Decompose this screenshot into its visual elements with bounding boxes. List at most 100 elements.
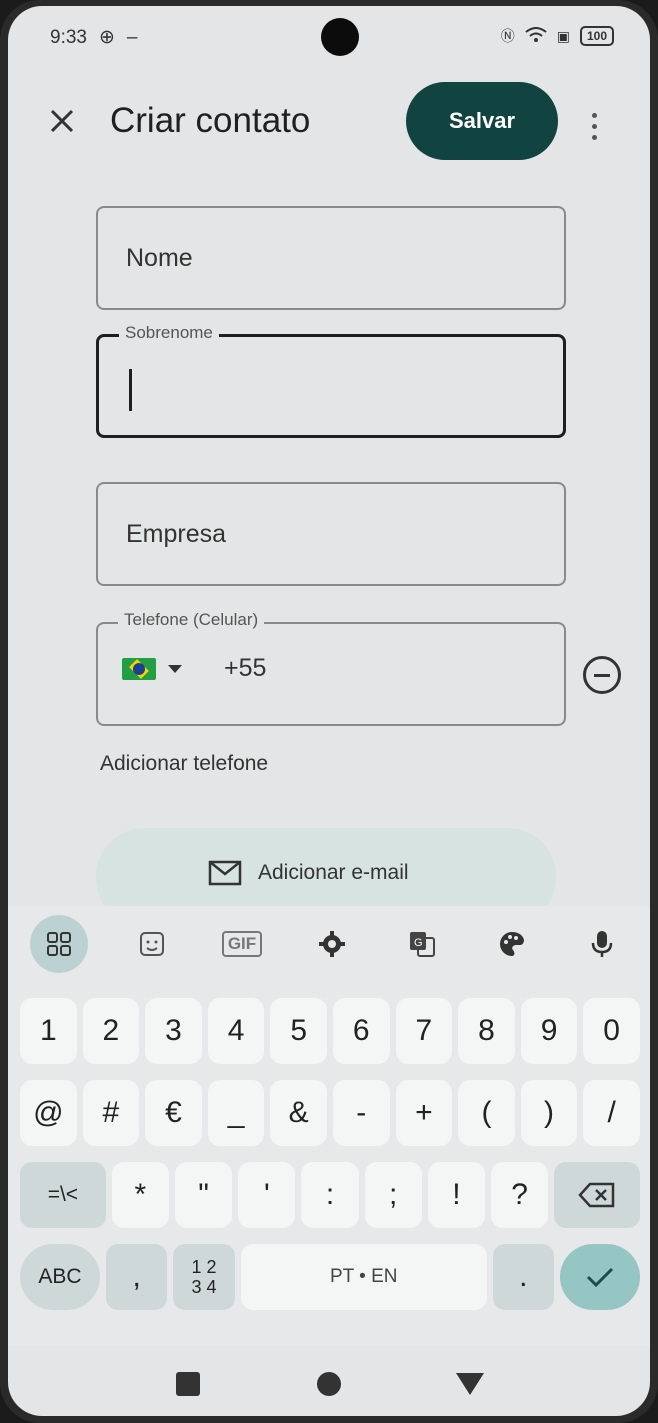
apps-grid-button[interactable]: [30, 915, 88, 973]
enter-key[interactable]: [560, 1244, 640, 1310]
key[interactable]: /: [583, 1080, 640, 1146]
key[interactable]: 4: [207, 998, 265, 1064]
key[interactable]: ): [520, 1080, 578, 1146]
home-button[interactable]: [304, 1359, 354, 1409]
phone-prefix-value: +55: [224, 654, 267, 682]
phone-field[interactable]: Telefone (Celular) +55: [96, 610, 566, 726]
numpad-key-top: 1 2: [191, 1257, 217, 1277]
add-email-label: Adicionar e-mail: [258, 861, 409, 884]
key[interactable]: 0: [583, 998, 640, 1064]
gif-button[interactable]: GIF: [216, 917, 268, 971]
dropdown-arrow-icon: [168, 664, 182, 673]
palette-icon: [500, 932, 524, 956]
close-button[interactable]: [42, 94, 82, 148]
key[interactable]: &: [270, 1080, 327, 1146]
period-key[interactable]: .: [492, 1244, 555, 1310]
numpad-key-bottom: 3 4: [191, 1277, 217, 1297]
keyboard-toolbar: GIF G: [8, 912, 650, 976]
surname-label: Sobrenome: [119, 323, 219, 343]
key[interactable]: ': [238, 1162, 296, 1228]
phone-label: Telefone (Celular): [118, 610, 265, 630]
apps-grid-icon: [47, 932, 71, 956]
key[interactable]: @: [20, 1080, 77, 1146]
key-row-punctuation: =\< * " ' : ; ! ?: [20, 1162, 641, 1228]
key-row-bottom: ABC , 1 2 3 4 PT • EN .: [20, 1244, 640, 1310]
sticker-button[interactable]: [126, 917, 178, 971]
key[interactable]: ;: [364, 1162, 422, 1228]
company-placeholder: Empresa: [126, 520, 227, 548]
battery-icon: 100: [579, 26, 614, 46]
key[interactable]: ?: [491, 1162, 549, 1228]
name-field[interactable]: Nome: [96, 206, 566, 310]
status-time: 9:33: [50, 26, 87, 48]
navigation-bar: [8, 1352, 650, 1416]
save-button[interactable]: Salvar: [406, 82, 558, 160]
key[interactable]: 8: [458, 998, 515, 1064]
nfc-icon: Ⓝ: [500, 28, 515, 44]
backspace-icon: [578, 1182, 615, 1208]
key[interactable]: 7: [395, 998, 453, 1064]
screen: 9:33 ⊕ – Ⓝ ▣ 100 Criar contato Salvar No…: [8, 6, 650, 1416]
add-phone-link[interactable]: Adicionar telefone: [100, 752, 268, 776]
status-bar-left: 9:33 ⊕ –: [50, 26, 137, 49]
comma-key[interactable]: ,: [105, 1244, 168, 1310]
space-key[interactable]: PT • EN: [240, 1244, 487, 1310]
backspace-key[interactable]: [554, 1162, 641, 1228]
key[interactable]: 9: [520, 998, 578, 1064]
translate-icon: G: [410, 932, 435, 957]
voice-input-button[interactable]: [576, 917, 628, 971]
more-dot-icon: [591, 123, 597, 129]
back-icon: [455, 1373, 484, 1395]
country-selector[interactable]: +55: [122, 654, 266, 683]
add-email-button[interactable]: Adicionar e-mail: [208, 860, 409, 886]
key[interactable]: !: [427, 1162, 486, 1228]
more-dot-icon: [591, 134, 597, 140]
key[interactable]: (: [458, 1080, 515, 1146]
abc-key[interactable]: ABC: [20, 1244, 100, 1310]
front-camera: [321, 18, 359, 56]
keyboard-keys: 1 2 3 4 5 6 7 8 9 0 @ # € _ & - + ( ) / …: [20, 998, 641, 1326]
name-placeholder: Nome: [126, 244, 193, 272]
settings-icon: [319, 931, 345, 957]
key[interactable]: ": [175, 1162, 233, 1228]
status-bar-right: Ⓝ ▣ 100: [501, 26, 614, 46]
key[interactable]: 3: [145, 998, 202, 1064]
wifi-icon: [525, 26, 547, 46]
settings-button[interactable]: [306, 917, 358, 971]
translate-button[interactable]: G: [396, 917, 448, 971]
page-title: Criar contato: [110, 101, 311, 140]
recents-icon: [176, 1372, 201, 1396]
key-row-numbers: 1 2 3 4 5 6 7 8 9 0: [20, 998, 640, 1064]
more-options-button[interactable]: [566, 88, 622, 164]
sticker-icon: [140, 932, 164, 956]
brazil-flag-icon: [122, 657, 156, 680]
key[interactable]: -: [332, 1080, 390, 1146]
sync-icon: ⊕: [98, 27, 115, 48]
key[interactable]: €: [145, 1080, 202, 1146]
text-cursor: [129, 369, 132, 411]
key[interactable]: 5: [270, 998, 327, 1064]
key[interactable]: 6: [332, 998, 390, 1064]
key[interactable]: *: [111, 1162, 169, 1228]
key[interactable]: #: [82, 1080, 140, 1146]
svg-text:G: G: [414, 937, 423, 949]
surname-field[interactable]: Sobrenome: [96, 323, 566, 438]
key[interactable]: :: [301, 1162, 359, 1228]
minus-icon: [594, 673, 610, 677]
key[interactable]: _: [207, 1080, 265, 1146]
key[interactable]: 2: [82, 998, 140, 1064]
close-icon: [50, 109, 74, 133]
theme-button[interactable]: [486, 917, 538, 971]
recents-button[interactable]: [163, 1359, 213, 1409]
key[interactable]: +: [395, 1080, 453, 1146]
mail-icon: [208, 860, 242, 886]
sim-icon: ▣: [556, 27, 570, 44]
key[interactable]: 1: [20, 998, 77, 1064]
back-button[interactable]: [445, 1359, 495, 1409]
company-field[interactable]: Empresa: [96, 482, 566, 586]
numpad-key[interactable]: 1 2 3 4: [173, 1244, 235, 1310]
dash-icon: –: [126, 26, 138, 48]
gif-icon: GIF: [221, 931, 263, 957]
more-symbols-key[interactable]: =\<: [20, 1162, 106, 1228]
remove-phone-button[interactable]: [583, 656, 621, 694]
